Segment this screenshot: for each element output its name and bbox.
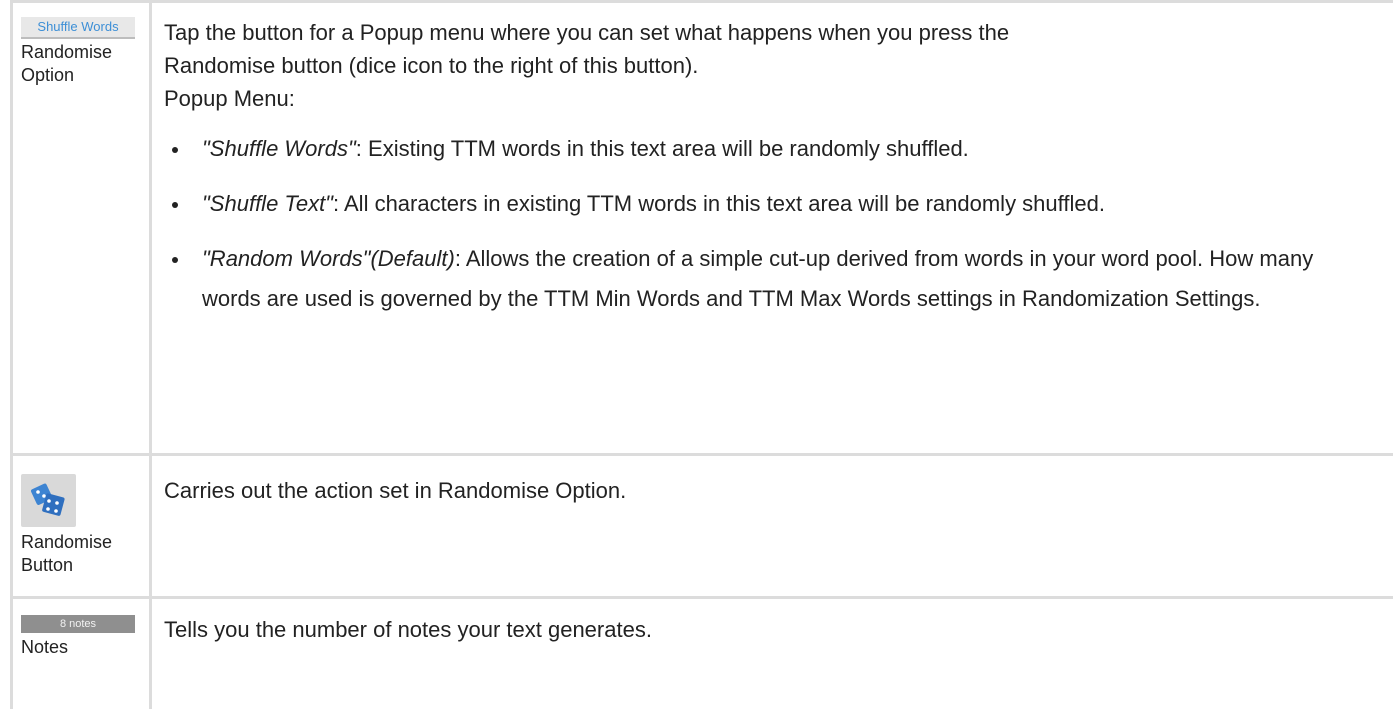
ui-element-cell: Randomise Button: [12, 455, 151, 598]
ui-element-cell: 8 notes Notes: [12, 598, 151, 709]
randomise-button[interactable]: [21, 474, 76, 527]
description-cell: Tells you the number of notes your text …: [151, 598, 1393, 709]
list-item: "Shuffle Text": All characters in existi…: [202, 184, 1393, 224]
list-item: "Shuffle Words": Existing TTM words in t…: [202, 129, 1393, 169]
notes-count-button[interactable]: 8 notes: [21, 615, 135, 633]
description-text: Tap the button for a Popup menu where yo…: [164, 16, 1393, 82]
option-text: : All characters in existing TTM words i…: [333, 191, 1105, 216]
table-row: Shuffle Words Randomise Option Tap the b…: [12, 2, 1393, 455]
popup-heading: Popup Menu:: [164, 82, 1393, 115]
popup-options-list: "Shuffle Words": Existing TTM words in t…: [164, 129, 1393, 319]
option-text: : Existing TTM words in this text area w…: [356, 136, 969, 161]
help-table: Shuffle Words Randomise Option Tap the b…: [10, 0, 1393, 709]
option-name: "Shuffle Text": [202, 191, 333, 216]
element-label: Notes: [21, 636, 143, 659]
description-cell: Tap the button for a Popup menu where yo…: [151, 2, 1393, 455]
table-row: Randomise Button Carries out the action …: [12, 455, 1393, 598]
dice-icon: [21, 474, 76, 527]
option-name: "Random Words"(Default): [202, 246, 455, 271]
ui-element-cell: Shuffle Words Randomise Option: [12, 2, 151, 455]
list-item: "Random Words"(Default): Allows the crea…: [202, 239, 1393, 319]
element-label: Randomise: [21, 41, 143, 64]
description-line: Tap the button for a Popup menu where yo…: [164, 20, 1009, 45]
table-row: 8 notes Notes Tells you the number of no…: [12, 598, 1393, 709]
element-label: Option: [21, 64, 143, 87]
element-label: Button: [21, 554, 143, 577]
description-line: Randomise button (dice icon to the right…: [164, 53, 698, 78]
description-cell: Carries out the action set in Randomise …: [151, 455, 1393, 598]
option-name: "Shuffle Words": [202, 136, 356, 161]
element-label: Randomise: [21, 531, 143, 554]
shuffle-words-button[interactable]: Shuffle Words: [21, 17, 135, 39]
description-text: Carries out the action set in Randomise …: [164, 474, 1393, 507]
description-text: Tells you the number of notes your text …: [164, 613, 1393, 646]
